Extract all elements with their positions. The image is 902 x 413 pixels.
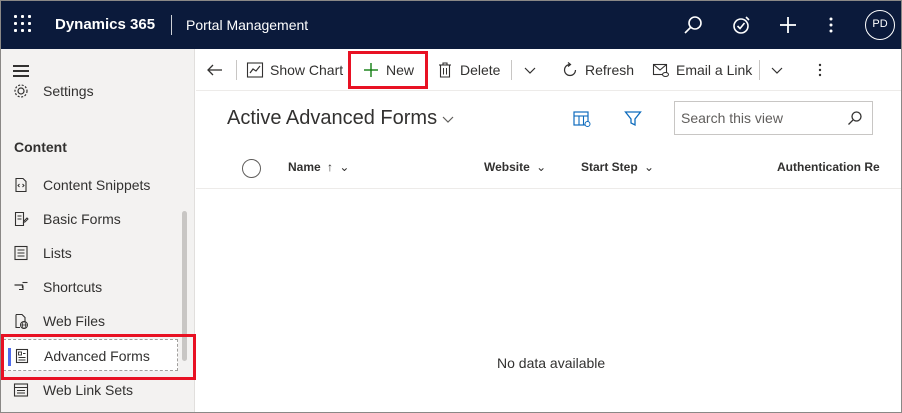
- user-avatar[interactable]: PD: [865, 10, 895, 40]
- sidebar-item-lists[interactable]: Lists: [1, 237, 185, 269]
- edit-columns-icon[interactable]: [572, 109, 592, 129]
- chart-icon: [246, 61, 264, 79]
- new-label: New: [386, 62, 415, 78]
- refresh-button[interactable]: Refresh: [561, 49, 635, 91]
- sidebar-item-settings[interactable]: Settings: [1, 79, 185, 103]
- email-link-label: Email a Link: [676, 62, 753, 78]
- sidebar-item-shortcuts[interactable]: Shortcuts: [1, 271, 185, 303]
- back-button[interactable]: [206, 49, 230, 91]
- select-all-checkbox[interactable]: [242, 159, 261, 178]
- lists-icon: [13, 245, 29, 261]
- command-divider: [236, 60, 237, 80]
- basic-forms-icon: [13, 211, 29, 227]
- more-vertical-icon: [811, 61, 829, 79]
- view-title[interactable]: Active Advanced Forms: [227, 107, 437, 130]
- show-chart-button[interactable]: Show Chart: [246, 49, 344, 91]
- sidebar-item-label: Advanced Forms: [44, 348, 150, 364]
- command-divider: [759, 60, 760, 80]
- sidebar-item-label: Shortcuts: [43, 279, 103, 295]
- sidebar-scrollbar[interactable]: [182, 211, 187, 361]
- grid-header: Name ↑ ⌄ Website ⌄ Start Step ⌄ Authenti…: [196, 149, 901, 189]
- chevron-down-icon: ⌄: [339, 160, 350, 174]
- column-label: Website: [484, 160, 530, 174]
- search-input[interactable]: [681, 108, 841, 128]
- column-label: Start Step: [581, 160, 638, 174]
- command-divider: [511, 60, 512, 80]
- app-name[interactable]: Dynamics 365: [55, 16, 155, 33]
- column-label: Authentication Re: [777, 160, 880, 174]
- module-name[interactable]: Portal Management: [186, 17, 308, 33]
- sidebar: Settings Content Content Snippets Basic …: [1, 49, 195, 412]
- sort-ascending-icon: ↑: [327, 160, 334, 174]
- chevron-down-icon: [521, 61, 539, 79]
- new-button[interactable]: New: [362, 49, 420, 91]
- settings-icon: [13, 83, 29, 99]
- web-link-sets-icon: [13, 382, 29, 398]
- sidebar-item-web-link-sets[interactable]: Web Link Sets: [1, 374, 185, 406]
- web-files-icon: [13, 313, 29, 329]
- sidebar-item-label: Lists: [43, 245, 72, 261]
- email-link-button[interactable]: Email a Link: [652, 49, 752, 91]
- sidebar-item-web-files[interactable]: Web Files: [1, 305, 185, 337]
- column-header-authentication[interactable]: Authentication Re: [777, 160, 880, 174]
- search-icon[interactable]: [681, 13, 705, 37]
- view-selector-chevron-icon[interactable]: [441, 112, 455, 126]
- chevron-down-icon: [768, 61, 786, 79]
- sidebar-item-content-snippets[interactable]: Content Snippets: [1, 169, 185, 201]
- content-snippets-icon: [13, 177, 29, 193]
- delete-button[interactable]: Delete: [436, 49, 500, 91]
- task-check-icon[interactable]: [729, 13, 753, 37]
- refresh-label: Refresh: [585, 62, 635, 78]
- more-options-icon[interactable]: [819, 13, 843, 37]
- shortcuts-icon: [13, 279, 29, 295]
- sidebar-item-label: Web Link Sets: [43, 382, 134, 398]
- delete-label: Delete: [460, 62, 501, 78]
- chevron-down-icon: ⌄: [644, 160, 655, 174]
- sidebar-item-advanced-forms[interactable]: Advanced Forms: [3, 339, 178, 371]
- sidebar-item-label: Content Snippets: [43, 177, 151, 193]
- column-label: Name: [288, 160, 321, 174]
- more-commands-button[interactable]: [811, 49, 827, 91]
- command-divider: [427, 60, 428, 80]
- command-bar: Show Chart New Delete Refresh Email a Li…: [196, 49, 901, 91]
- title-divider: [171, 15, 172, 35]
- advanced-forms-icon: [14, 348, 30, 364]
- column-header-name[interactable]: Name ↑ ⌄: [288, 160, 349, 174]
- refresh-icon: [561, 61, 579, 79]
- selected-indicator: [8, 348, 11, 366]
- sidebar-item-label: Settings: [43, 83, 94, 99]
- sidebar-group-header: Content: [14, 139, 67, 155]
- app-launcher-icon[interactable]: [14, 15, 32, 33]
- sidebar-item-label: Basic Forms: [43, 211, 121, 227]
- chevron-down-icon: ⌄: [536, 160, 547, 174]
- column-header-website[interactable]: Website ⌄: [484, 160, 546, 174]
- email-link-icon: [652, 61, 670, 79]
- column-header-start-step[interactable]: Start Step ⌄: [581, 160, 654, 174]
- show-chart-label: Show Chart: [270, 62, 344, 78]
- plus-icon: [362, 61, 380, 79]
- add-icon[interactable]: [776, 13, 800, 37]
- top-navigation-bar: Dynamics 365 Portal Management PD: [1, 1, 901, 49]
- empty-grid-message: No data available: [497, 355, 606, 371]
- search-icon[interactable]: [847, 110, 863, 126]
- filter-icon[interactable]: [623, 109, 643, 129]
- sidebar-item-label: Web Files: [43, 313, 105, 329]
- delete-options-dropdown[interactable]: [521, 49, 537, 91]
- trash-icon: [436, 61, 454, 79]
- email-options-dropdown[interactable]: [768, 49, 784, 91]
- menu-toggle-icon[interactable]: [13, 63, 31, 77]
- sidebar-item-basic-forms[interactable]: Basic Forms: [1, 203, 185, 235]
- search-box[interactable]: [674, 101, 873, 135]
- back-arrow-icon: [206, 61, 224, 79]
